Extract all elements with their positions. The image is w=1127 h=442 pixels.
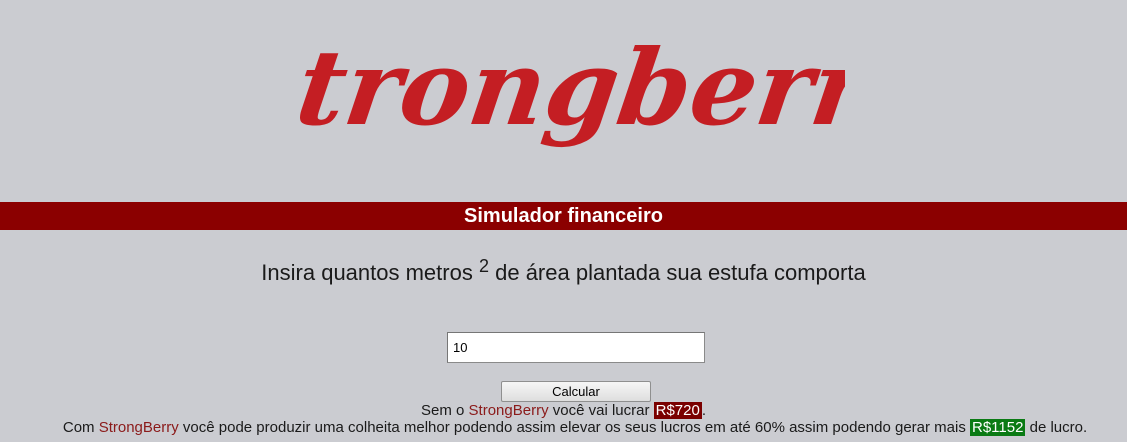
area-input-wrapper bbox=[447, 332, 705, 363]
result-with-prefix: Com bbox=[62, 419, 99, 436]
prompt-text-end: de área plantada sua estufa comporta bbox=[495, 260, 866, 285]
strongberry-logo: Strongberry bbox=[300, 12, 845, 170]
profit-with-badge: R$1152 bbox=[970, 419, 1026, 436]
result-with-strongberry: Com StrongBerry você pode produzir uma c… bbox=[0, 418, 1127, 437]
prompt-text-start: Insira quantos metros bbox=[261, 260, 473, 285]
result-without-prefix: Sem o bbox=[421, 402, 469, 419]
result-without-suffix: . bbox=[701, 402, 706, 419]
area-input[interactable] bbox=[447, 332, 705, 363]
logo-wordmark: Strongberry bbox=[300, 26, 845, 148]
prompt-superscript: 2 bbox=[478, 256, 489, 276]
page-title-banner: Simulador financeiro bbox=[0, 202, 1127, 230]
result-with-middle: você pode produzir uma colheita melhor p… bbox=[178, 419, 970, 436]
result-without-middle: você vai lucrar bbox=[548, 402, 654, 419]
result-with-suffix: de lucro. bbox=[1025, 419, 1088, 436]
calculate-button[interactable]: Calcular bbox=[501, 381, 651, 402]
calculate-button-wrapper: Calcular bbox=[501, 381, 651, 402]
brand-name: StrongBerry bbox=[98, 419, 179, 436]
profit-without-badge: R$720 bbox=[653, 402, 702, 419]
area-prompt: Insira quantos metros 2 de área plantada… bbox=[0, 255, 1127, 291]
brand-name: StrongBerry bbox=[468, 402, 549, 419]
page-title: Simulador financeiro bbox=[464, 205, 663, 227]
